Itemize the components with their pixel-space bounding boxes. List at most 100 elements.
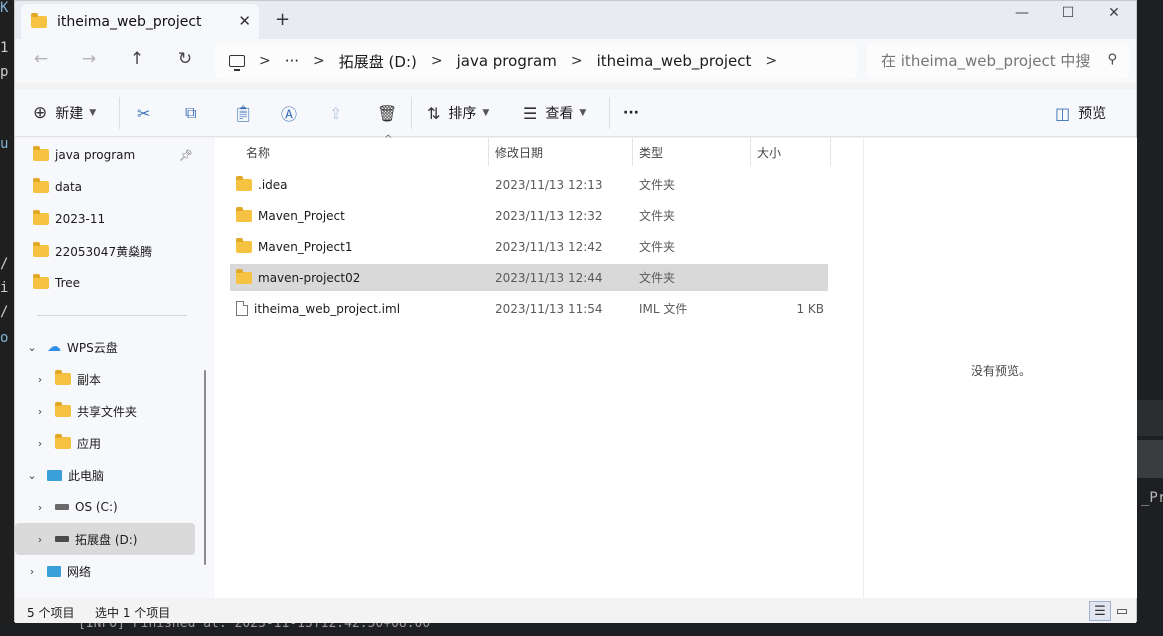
rename-button[interactable]: Ⓐ	[281, 101, 297, 125]
chevron-right-icon[interactable]: ›	[33, 373, 47, 386]
sidebar-item-drive-d[interactable]: › 拓展盘 (D:)	[15, 523, 195, 555]
breadcrumb-overflow[interactable]: ···	[285, 52, 299, 70]
chevron-right-icon[interactable]: ›	[33, 533, 47, 546]
tiles-view-button[interactable]: ▭	[1111, 601, 1133, 621]
copy-button[interactable]: ⧉	[185, 101, 196, 125]
breadcrumb-drive-d[interactable]: 拓展盘 (D:)	[339, 51, 417, 72]
view-label: 查看	[545, 106, 574, 122]
more-options-button[interactable]: ···	[623, 101, 639, 125]
back-button[interactable]: ←	[29, 49, 53, 69]
breadcrumb-itheima-web-project[interactable]: itheima_web_project	[597, 52, 752, 70]
sidebar-item-shared[interactable]: › 共享文件夹	[15, 395, 195, 427]
view-button[interactable]: ☰ 查看 ▼	[523, 101, 586, 125]
sidebar-item-java-program[interactable]: java program 📌︎	[15, 139, 195, 171]
tiles-view-icon: ▭	[1115, 603, 1129, 619]
folder-icon	[33, 242, 49, 257]
column-header-size[interactable]: 大小	[751, 138, 831, 166]
bg-char: 1	[0, 40, 9, 56]
column-header-name[interactable]: 名称 ^	[240, 134, 490, 166]
new-button[interactable]: ⊕ 新建 ▼	[33, 101, 96, 125]
sidebar-item-this-pc[interactable]: ⌄ 此电脑	[15, 459, 195, 491]
paste-button[interactable]: 📋︎	[233, 101, 253, 125]
close-window-button[interactable]: ✕	[1091, 3, 1137, 27]
file-name: itheima_web_project.iml	[254, 301, 401, 316]
folder-icon	[236, 175, 252, 191]
sort-label: 排序	[448, 106, 477, 122]
refresh-button[interactable]: ↻	[173, 49, 197, 69]
chevron-right-icon[interactable]: ›	[33, 501, 47, 514]
file-type: 文件夹	[639, 209, 676, 223]
sidebar-item-label: data	[55, 180, 83, 194]
file-date: 2023/11/13 12:13	[495, 177, 603, 192]
preview-pane-button[interactable]: ◫ 预览	[1055, 101, 1106, 125]
background-editor-right: _Pr	[1137, 0, 1163, 636]
chevron-down-icon[interactable]: ⌄	[25, 469, 39, 482]
column-divider[interactable]	[830, 138, 831, 166]
share-icon: ⇪	[329, 103, 343, 123]
cut-button[interactable]: ✂	[137, 101, 150, 125]
up-button[interactable]: ↑	[125, 49, 149, 69]
sidebar-scrollbar[interactable]	[204, 370, 206, 565]
breadcrumb-java-program[interactable]: java program	[457, 52, 557, 70]
chevron-down-icon[interactable]: ⌄	[25, 341, 39, 354]
table-row[interactable]: .idea 2023/11/13 12:13 文件夹	[230, 171, 828, 198]
chevron-right-icon[interactable]: ›	[25, 565, 39, 578]
chevron-right-icon[interactable]: ›	[33, 405, 47, 418]
sidebar-item-copies[interactable]: › 副本	[15, 363, 195, 395]
maximize-button[interactable]: ☐	[1045, 3, 1091, 27]
chevron-right-icon: >	[570, 53, 583, 69]
column-header-type[interactable]: 类型	[633, 138, 751, 166]
minimize-button[interactable]: —	[999, 3, 1045, 27]
sidebar-item-label: 拓展盘 (D:)	[75, 532, 138, 547]
sort-icon: ⇅	[427, 103, 441, 123]
chevron-right-icon[interactable]: >	[765, 53, 777, 69]
table-row[interactable]: Maven_Project 2023/11/13 12:32 文件夹	[230, 202, 828, 229]
drive-icon	[55, 536, 69, 542]
folder-icon	[33, 274, 49, 289]
delete-button[interactable]: 🗑︎	[377, 101, 397, 125]
sidebar-item-22053047[interactable]: 22053047黄燊腾	[15, 235, 195, 267]
table-row[interactable]: maven-project02 2023/11/13 12:44 文件夹	[230, 264, 828, 291]
trash-icon: 🗑︎	[377, 103, 398, 123]
details-view-button[interactable]: ☰	[1089, 601, 1111, 621]
column-header-date[interactable]: 修改日期	[489, 138, 633, 166]
folder-icon	[33, 210, 49, 225]
sidebar-item-network[interactable]: › 网络	[15, 555, 195, 587]
file-type: 文件夹	[639, 240, 676, 254]
table-row[interactable]: itheima_web_project.iml 2023/11/13 11:54…	[230, 295, 828, 322]
rename-icon: Ⓐ	[281, 105, 298, 124]
sidebar-item-data[interactable]: data	[15, 171, 195, 203]
sort-up-icon: ^	[384, 134, 393, 145]
bg-char: i	[0, 280, 9, 296]
file-size: 1 KB	[796, 301, 824, 316]
bg-text: _Pr	[1141, 490, 1163, 506]
close-tab-icon[interactable]: ✕	[238, 12, 251, 30]
share-button[interactable]: ⇪	[329, 101, 342, 125]
network-icon	[47, 565, 61, 577]
address-bar[interactable]: > ··· > 拓展盘 (D:) > java program > itheim…	[215, 43, 857, 79]
new-label: 新建	[55, 106, 84, 122]
item-count: 5 个项目	[27, 606, 75, 620]
sidebar-item-wps-cloud[interactable]: ⌄ ☁ WPS云盘	[15, 331, 195, 363]
new-tab-button[interactable]: +	[275, 9, 290, 30]
bg-char: o	[0, 330, 9, 346]
monitor-icon	[47, 469, 62, 481]
shared-folder-icon	[55, 402, 71, 417]
sidebar-item-drive-c[interactable]: › OS (C:)	[15, 491, 195, 523]
sidebar-item-tree[interactable]: Tree	[15, 267, 195, 299]
sidebar-item-2023-11[interactable]: 2023-11	[15, 203, 195, 235]
file-date: 2023/11/13 12:42	[495, 239, 603, 254]
sort-button[interactable]: ⇅ 排序 ▼	[427, 101, 489, 125]
bg-band	[1137, 400, 1163, 436]
file-icon	[236, 301, 248, 316]
search-input[interactable]	[881, 52, 1091, 70]
forward-button[interactable]: →	[77, 49, 101, 69]
table-row[interactable]: Maven_Project1 2023/11/13 12:42 文件夹	[230, 233, 828, 260]
search-box[interactable]: ⚲	[867, 43, 1129, 79]
sidebar-item-apps[interactable]: › 应用	[15, 427, 195, 459]
chevron-right-icon[interactable]: ›	[33, 437, 47, 450]
tab-itheima-web-project[interactable]: itheima_web_project ✕	[21, 4, 259, 39]
tab-title: itheima_web_project	[57, 13, 202, 30]
folder-icon	[236, 206, 252, 222]
column-label: 大小	[757, 145, 782, 160]
